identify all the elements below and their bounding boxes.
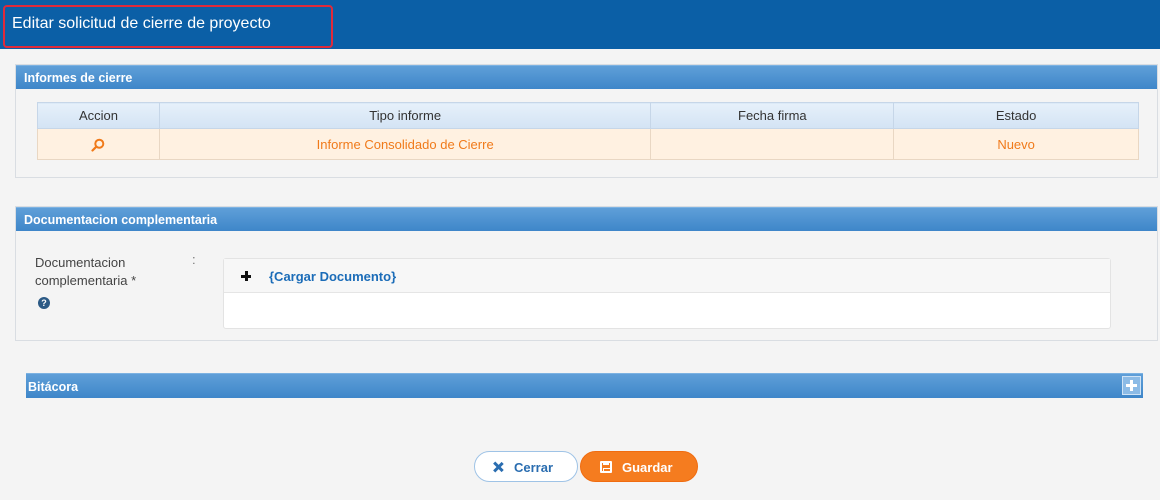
close-icon — [493, 462, 503, 472]
bitacora-header-text: Bitácora — [28, 380, 79, 394]
table-header-row: Accion Tipo informe Fecha firma Estado — [37, 102, 1139, 129]
guardar-button[interactable]: Guardar — [580, 451, 698, 482]
save-icon — [600, 461, 612, 473]
search-icon[interactable] — [91, 138, 105, 152]
expand-icon[interactable] — [1122, 376, 1141, 395]
informes-table: Accion Tipo informe Fecha firma Estado I… — [37, 102, 1139, 160]
title-highlight-box — [3, 5, 333, 48]
field-colon: : — [192, 252, 196, 267]
guardar-button-label: Guardar — [622, 460, 673, 475]
documentacion-panel-header: Documentacion complementaria — [16, 207, 1157, 231]
field-label-line-2: complementaria * — [35, 273, 137, 288]
column-header-accion[interactable]: Accion — [37, 102, 160, 129]
plus-icon[interactable] — [241, 271, 251, 281]
page-body: Informes de cierre Accion Tipo informe F… — [0, 49, 1160, 500]
document-upload-box: {Cargar Documento} — [223, 258, 1111, 329]
cerrar-button-label: Cerrar — [514, 460, 554, 475]
upload-toolbar: {Cargar Documento} — [224, 259, 1110, 293]
informes-panel: Informes de cierre Accion Tipo informe F… — [15, 64, 1158, 178]
help-icon[interactable]: ? — [38, 297, 50, 309]
tipo-informe-cell: Informe Consolidado de Cierre — [158, 128, 652, 160]
cargar-documento-link[interactable]: {Cargar Documento} — [269, 269, 396, 284]
column-header-estado[interactable]: Estado — [893, 102, 1139, 129]
action-cell — [37, 128, 160, 160]
field-label-line-1: Documentacion — [35, 255, 126, 270]
documentacion-panel: Documentacion complementaria Documentaci… — [15, 206, 1158, 341]
bitacora-panel-header[interactable]: Bitácora — [26, 373, 1143, 398]
documentacion-field-label: Documentacion complementaria * — [35, 254, 175, 290]
table-row[interactable]: Informe Consolidado de Cierre Nuevo — [37, 128, 1139, 160]
estado-cell: Nuevo — [893, 128, 1139, 160]
fecha-firma-cell — [650, 128, 895, 160]
column-header-fecha-firma[interactable]: Fecha firma — [650, 102, 895, 129]
informes-panel-header: Informes de cierre — [16, 65, 1157, 89]
window-titlebar: Editar solicitud de cierre de proyecto — [0, 0, 1160, 49]
column-header-tipo-informe[interactable]: Tipo informe — [158, 102, 652, 129]
cerrar-button[interactable]: Cerrar — [474, 451, 578, 482]
